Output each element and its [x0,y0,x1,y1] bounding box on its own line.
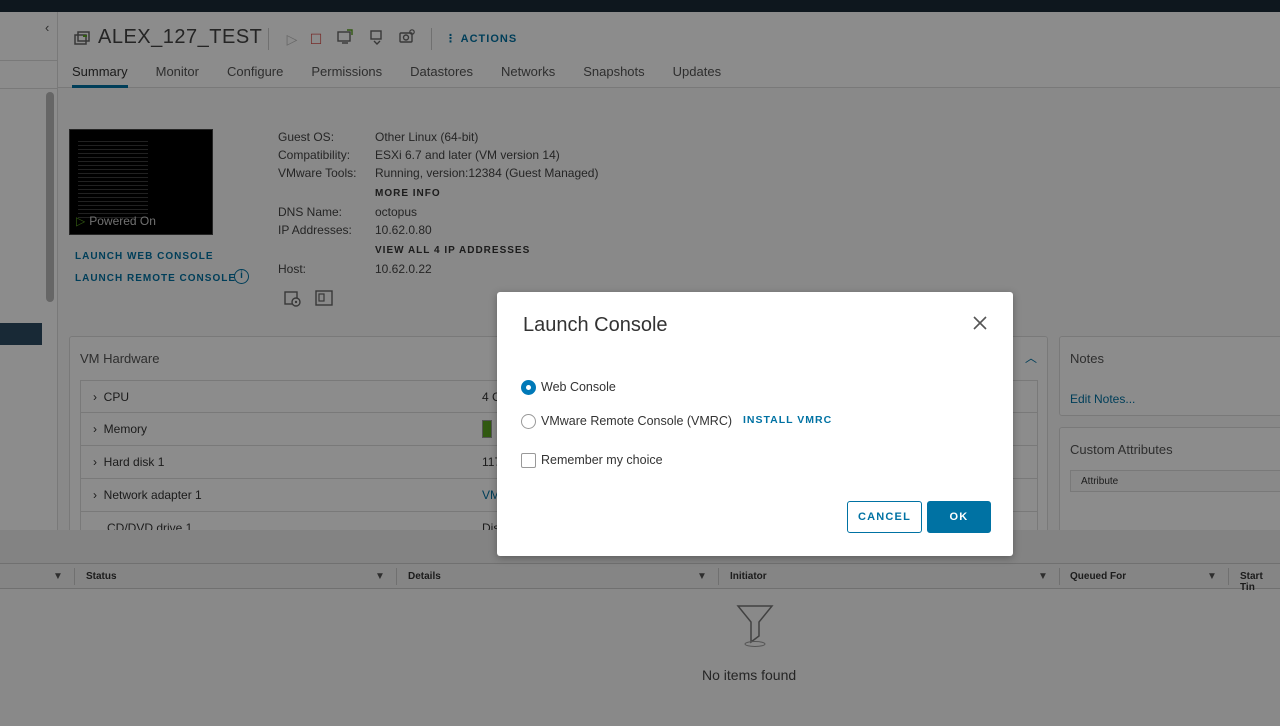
vmrc-label[interactable]: VMware Remote Console (VMRC) [541,414,732,428]
remember-choice-label[interactable]: Remember my choice [541,453,663,467]
install-vmrc-link[interactable]: INSTALL VMRC [743,414,832,426]
web-console-label[interactable]: Web Console [541,380,616,394]
launch-console-dialog: Launch Console Web Console VMware Remote… [497,292,1013,556]
dialog-title: Launch Console [523,314,668,336]
cancel-button[interactable]: CANCEL [847,501,922,533]
web-console-radio[interactable] [521,380,536,395]
ok-button[interactable]: OK [927,501,991,533]
remember-choice-checkbox[interactable] [521,453,536,468]
vmrc-radio[interactable] [521,414,536,429]
close-icon[interactable] [973,312,987,334]
